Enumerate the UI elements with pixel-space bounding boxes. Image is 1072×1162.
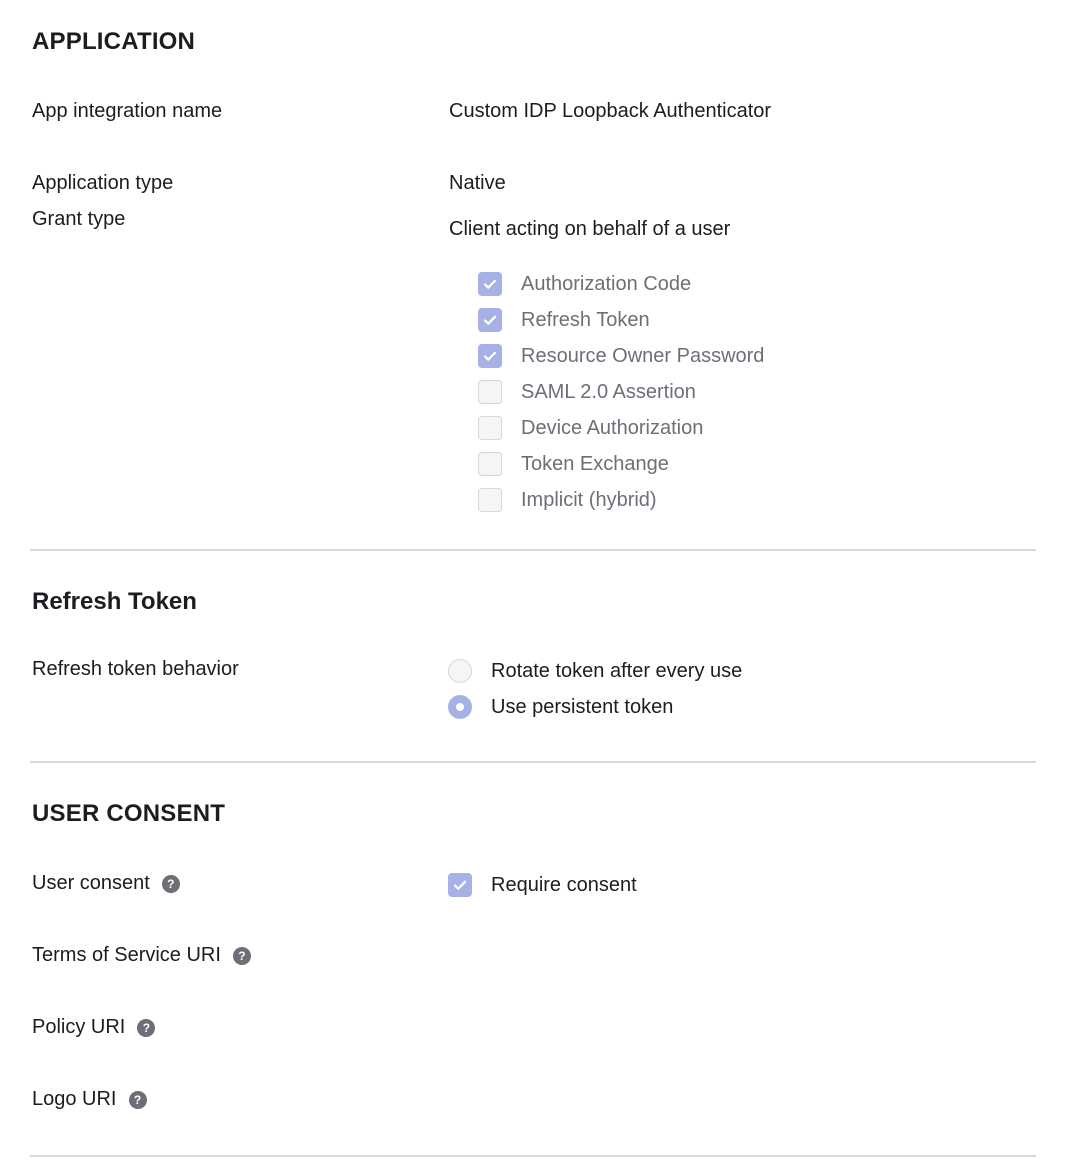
grant-type-token-exchange[interactable]: Token Exchange <box>478 446 764 482</box>
grant-type-implicit-hybrid[interactable]: Implicit (hybrid) <box>478 482 764 518</box>
grant-checkbox[interactable] <box>478 272 502 296</box>
policy-uri-label-row: Policy URI ? <box>32 1016 156 1039</box>
grant-checkbox[interactable] <box>478 308 502 332</box>
radio-label: Rotate token after every use <box>491 659 743 682</box>
grant-type-list: Authorization Code Refresh Token Resourc… <box>478 266 764 518</box>
refresh-token-heading: Refresh Token <box>32 588 197 615</box>
grant-checkbox[interactable] <box>478 380 502 404</box>
application-heading: APPLICATION <box>32 28 196 55</box>
user-consent-label-row: User consent ? <box>32 872 180 895</box>
section-divider <box>30 761 1036 763</box>
require-consent-option[interactable]: Require consent <box>448 867 637 903</box>
radio-button[interactable] <box>448 695 472 719</box>
application-type-value: Native <box>449 172 506 194</box>
policy-uri-label: Policy URI <box>32 1016 126 1038</box>
grant-label: SAML 2.0 Assertion <box>521 380 696 403</box>
radio-option-persistent-token[interactable]: Use persistent token <box>448 689 742 725</box>
grant-checkbox[interactable] <box>478 452 502 476</box>
help-circle-icon[interactable]: ? <box>161 874 180 893</box>
grant-label: Device Authorization <box>521 416 704 439</box>
grant-type-value: Client acting on behalf of a user <box>449 218 731 240</box>
user-consent-label: User consent <box>32 872 150 894</box>
checkmark-icon <box>483 279 497 289</box>
logo-uri-label: Logo URI <box>32 1088 117 1110</box>
grant-checkbox[interactable] <box>478 488 502 512</box>
logo-uri-label-row: Logo URI ? <box>32 1088 147 1111</box>
grant-type-authorization-code[interactable]: Authorization Code <box>478 266 764 302</box>
grant-type-saml-assertion[interactable]: SAML 2.0 Assertion <box>478 374 764 410</box>
radio-button[interactable] <box>448 659 472 683</box>
grant-checkbox[interactable] <box>478 344 502 368</box>
radio-dot <box>456 703 464 711</box>
grant-label: Token Exchange <box>521 452 669 475</box>
section-divider <box>30 1155 1036 1157</box>
checkmark-icon <box>453 880 467 890</box>
help-circle-icon[interactable]: ? <box>232 946 251 965</box>
grant-label: Resource Owner Password <box>521 344 765 367</box>
radio-label: Use persistent token <box>491 695 674 718</box>
grant-type-resource-owner-password[interactable]: Resource Owner Password <box>478 338 764 374</box>
require-consent-checkbox[interactable] <box>448 873 472 897</box>
checkmark-icon <box>483 351 497 361</box>
application-type-label: Application type <box>32 172 174 194</box>
grant-checkbox[interactable] <box>478 416 502 440</box>
grant-type-refresh-token[interactable]: Refresh Token <box>478 302 764 338</box>
grant-type-device-authorization[interactable]: Device Authorization <box>478 410 764 446</box>
help-circle-icon[interactable]: ? <box>137 1018 156 1037</box>
refresh-token-behavior-label: Refresh token behavior <box>32 658 239 680</box>
help-circle-icon[interactable]: ? <box>128 1090 147 1109</box>
checkmark-icon <box>483 315 497 325</box>
grant-label: Refresh Token <box>521 308 650 331</box>
grant-label: Implicit (hybrid) <box>521 488 657 511</box>
app-integration-name-label: App integration name <box>32 100 223 122</box>
require-consent-label: Require consent <box>491 873 637 896</box>
terms-of-service-label: Terms of Service URI <box>32 944 221 966</box>
grant-type-label: Grant type <box>32 208 126 230</box>
user-consent-heading: USER CONSENT <box>32 800 226 827</box>
radio-option-rotate-token[interactable]: Rotate token after every use <box>448 653 742 689</box>
app-integration-name-value: Custom IDP Loopback Authenticator <box>449 100 772 122</box>
grant-label: Authorization Code <box>521 272 692 295</box>
section-divider <box>30 549 1036 551</box>
refresh-token-behavior-options: Rotate token after every use Use persist… <box>448 653 742 725</box>
terms-of-service-label-row: Terms of Service URI ? <box>32 944 251 967</box>
